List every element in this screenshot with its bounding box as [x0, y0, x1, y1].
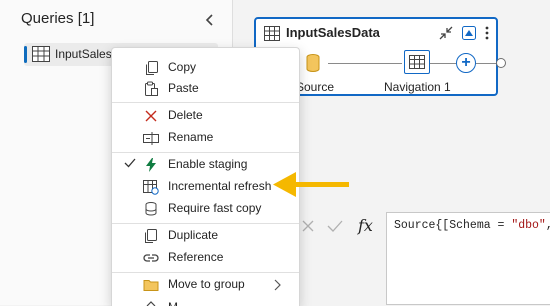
formula-input[interactable]: Source{[Schema = "dbo", [386, 212, 550, 305]
checkmark-icon [124, 158, 136, 168]
menu-item-label: Rename [168, 130, 214, 144]
menu-separator [112, 102, 299, 103]
rename-icon [143, 132, 159, 145]
menu-item-label: Duplicate [168, 228, 219, 242]
query-item-label: InputSales [55, 47, 112, 61]
output-port[interactable] [496, 58, 506, 68]
menu-item-label: M [168, 300, 178, 306]
menu-item-label: Incremental refresh [168, 179, 272, 193]
menu-item-paste[interactable]: Paste [112, 78, 299, 100]
query-card-title: InputSalesData [286, 25, 380, 40]
formula-suffix: , [546, 219, 550, 232]
menu-item-label: Copy [168, 60, 197, 74]
step-connector [328, 63, 402, 64]
formula-bar-controls: fx [297, 212, 383, 240]
lightning-icon [146, 158, 156, 172]
add-step-button[interactable]: + [456, 53, 476, 73]
step-label-navigation: Navigation 1 [384, 80, 451, 94]
folder-icon [143, 280, 159, 291]
menu-separator [112, 223, 299, 224]
menu-item-require-fast-copy[interactable]: Require fast copy [112, 198, 299, 220]
table-icon [32, 46, 50, 62]
more-icon [146, 301, 156, 306]
database-icon[interactable] [306, 54, 320, 72]
paste-icon [145, 81, 158, 96]
menu-item-duplicate[interactable]: Duplicate [112, 225, 299, 247]
fast-copy-icon [145, 202, 157, 216]
copy-icon [146, 61, 158, 75]
step-connector [476, 63, 496, 64]
selection-indicator [24, 46, 27, 63]
duplicate-icon [145, 229, 157, 243]
navigation-step[interactable] [404, 50, 430, 74]
reference-icon [143, 254, 159, 262]
menu-item-label: Paste [168, 81, 199, 95]
menu-item-label: Enable staging [168, 157, 248, 171]
commit-icon[interactable] [327, 219, 343, 233]
fx-label: fx [358, 216, 373, 235]
menu-item-label: Move to group [168, 277, 245, 291]
queries-pane-title: Queries [1] [21, 10, 95, 27]
collapse-pane-icon[interactable] [204, 13, 216, 27]
output-destination-icon[interactable] [462, 26, 476, 40]
menu-item-move-to-group[interactable]: Move to group [112, 274, 299, 296]
menu-item-reference[interactable]: Reference [112, 247, 299, 269]
menu-item-rename[interactable]: Rename [112, 127, 299, 149]
menu-item-delete[interactable]: Delete [112, 105, 299, 127]
table-icon [409, 55, 425, 69]
menu-item-label: Require fast copy [168, 201, 262, 215]
menu-item-copy[interactable]: Copy [112, 57, 299, 79]
chevron-right-icon [274, 279, 281, 291]
menu-item-label: Reference [168, 250, 224, 264]
menu-item-label: Delete [168, 108, 203, 122]
table-icon [264, 26, 280, 41]
annotation-arrow-icon [273, 172, 349, 197]
formula-string: "dbo" [511, 219, 546, 232]
more-options-icon[interactable] [484, 25, 490, 41]
formula-text: Source{[Schema = [394, 219, 512, 232]
step-label-source: Source [296, 80, 335, 94]
delete-icon [145, 110, 157, 122]
cancel-icon[interactable] [301, 219, 315, 233]
collapse-arrows-icon[interactable] [438, 25, 454, 41]
step-connector [430, 63, 456, 64]
incremental-refresh-icon [143, 180, 159, 195]
menu-separator [112, 152, 299, 153]
menu-separator [112, 272, 299, 273]
